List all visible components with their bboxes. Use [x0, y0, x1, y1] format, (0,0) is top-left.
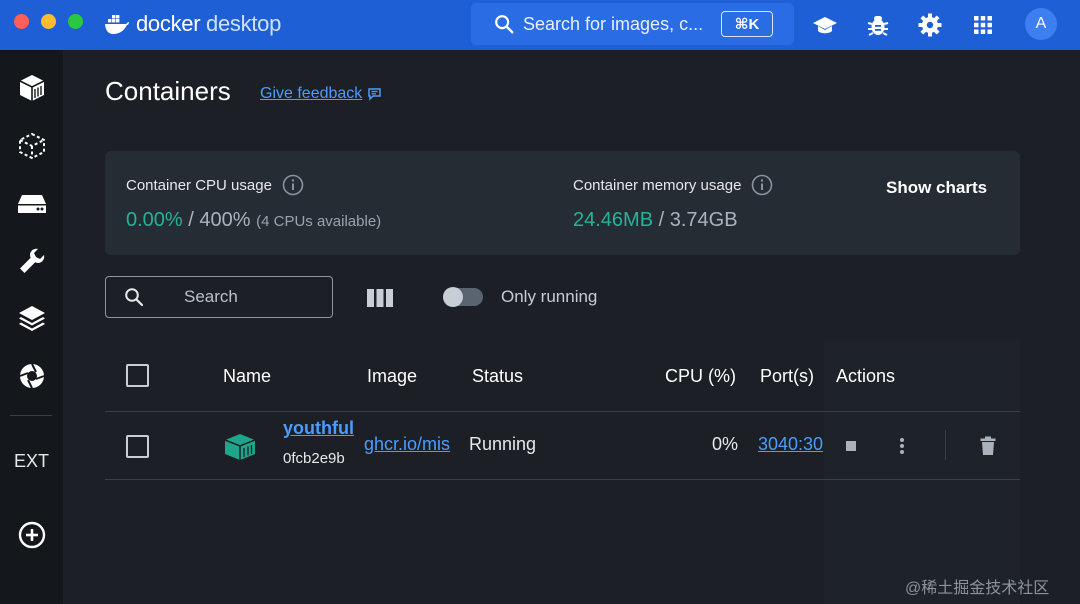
container-name-link[interactable]: youthful [283, 418, 355, 439]
add-extension-button[interactable] [16, 519, 48, 551]
window-close-button[interactable] [14, 14, 29, 29]
container-ports-link[interactable]: 3040:30 [758, 434, 824, 455]
brand-name: docker [136, 11, 201, 36]
feedback-chat-icon [368, 87, 382, 101]
container-cpu: 0% [712, 434, 739, 454]
memory-usage-label: Container memory usage [573, 176, 742, 194]
learning-center-icon[interactable] [812, 12, 838, 38]
search-shortcut-badge: ⌘K [721, 11, 773, 37]
brand-subname: desktop [206, 11, 282, 36]
container-cube-icon [19, 75, 45, 101]
info-icon[interactable] [282, 174, 304, 196]
give-feedback-label: Give feedback [260, 85, 363, 102]
wrench-icon [20, 248, 45, 273]
sidebar-item-dev-environments[interactable] [16, 245, 48, 277]
extensions-label: EXT [14, 451, 50, 471]
stop-icon[interactable] [845, 440, 857, 452]
global-search-placeholder: Search for images, c... [523, 14, 704, 34]
sidebar-divider [10, 415, 52, 416]
columns-toggle-icon[interactable] [366, 288, 394, 308]
more-options-icon[interactable] [898, 436, 906, 456]
cpu-available-note: (4 CPUs available) [256, 213, 382, 230]
global-search-bar[interactable]: Search for images, c... ⌘K [471, 3, 794, 45]
column-header-actions: Actions [836, 366, 896, 386]
container-image-link[interactable]: ghcr.io/mis [364, 434, 461, 455]
window-zoom-button[interactable] [68, 14, 83, 29]
column-header-status[interactable]: Status [472, 366, 523, 387]
container-search-input[interactable] [184, 285, 314, 309]
cpu-usage-label-group: Container CPU usage [126, 174, 304, 196]
cpu-usage-label: Container CPU usage [126, 176, 272, 194]
resource-usage-card: Container CPU usage 0.00% / 400% (4 CPUs… [105, 151, 1020, 255]
container-status: Running [469, 434, 537, 454]
volume-drive-icon [18, 195, 46, 213]
sidebar-item-volumes[interactable] [16, 188, 48, 220]
column-header-name[interactable]: Name [223, 366, 271, 387]
delete-trash-icon[interactable] [980, 436, 996, 456]
docker-logo: docker desktop [104, 10, 281, 38]
sidebar: EXT [0, 50, 63, 604]
cpu-usage-value: 0.00% / 400% (4 CPUs available) [126, 209, 381, 232]
column-header-ports[interactable]: Port(s) [760, 366, 814, 387]
sidebar-item-docker-scout[interactable] [16, 302, 48, 334]
info-icon[interactable] [751, 174, 773, 196]
container-status-icon [224, 434, 256, 460]
aperture-icon [19, 363, 45, 389]
memory-usage-label-group: Container memory usage [573, 174, 773, 196]
toggle-knob [443, 287, 463, 307]
memory-used-value: 24.46MB [573, 209, 654, 231]
layers-icon [19, 306, 45, 331]
page-title: Containers [105, 76, 231, 106]
user-avatar[interactable]: A [1025, 8, 1057, 40]
plus-circle-icon [18, 521, 46, 549]
sidebar-item-containers[interactable] [16, 72, 48, 104]
container-id: 0fcb2e9b [283, 450, 345, 467]
title-bar: docker desktop Search for images, c... ⌘… [0, 0, 1080, 50]
column-header-image[interactable]: Image [367, 366, 417, 387]
table-row[interactable]: youthful 0fcb2e9b ghcr.io/mis Running 0%… [105, 412, 1020, 480]
image-dotted-cube-icon [19, 132, 45, 160]
select-all-checkbox[interactable] [126, 364, 149, 387]
row-select-checkbox[interactable] [126, 435, 149, 458]
memory-total-value: / 3.74GB [658, 209, 738, 231]
show-charts-button[interactable]: Show charts [886, 178, 987, 198]
cpu-used-value: 0.00% [126, 209, 183, 231]
sidebar-item-extension-aperture[interactable] [16, 360, 48, 392]
memory-usage-value: 24.46MB / 3.74GB [573, 209, 738, 232]
search-icon [125, 288, 144, 307]
search-icon [495, 15, 514, 34]
settings-gear-icon[interactable] [917, 12, 943, 38]
watermark-text: @稀土掘金技术社区 [905, 580, 1050, 597]
apps-grid-icon[interactable] [970, 12, 996, 38]
table-header: Name Image Status CPU (%) Port(s) Action… [105, 350, 1020, 412]
troubleshoot-bug-icon[interactable] [865, 12, 891, 38]
docker-whale-icon [105, 15, 129, 34]
actions-divider [945, 430, 946, 460]
only-running-toggle[interactable] [443, 287, 483, 307]
only-running-label: Only running [501, 287, 598, 306]
cpu-total-value: / 400% [188, 209, 251, 231]
give-feedback-link[interactable]: Give feedback [260, 85, 383, 103]
main-content: Containers Give feedback Container CPU u… [63, 50, 1080, 604]
column-header-cpu[interactable]: CPU (%) [665, 366, 736, 387]
container-search-box[interactable] [105, 276, 333, 318]
window-minimize-button[interactable] [41, 14, 56, 29]
sidebar-item-images[interactable] [16, 130, 48, 162]
